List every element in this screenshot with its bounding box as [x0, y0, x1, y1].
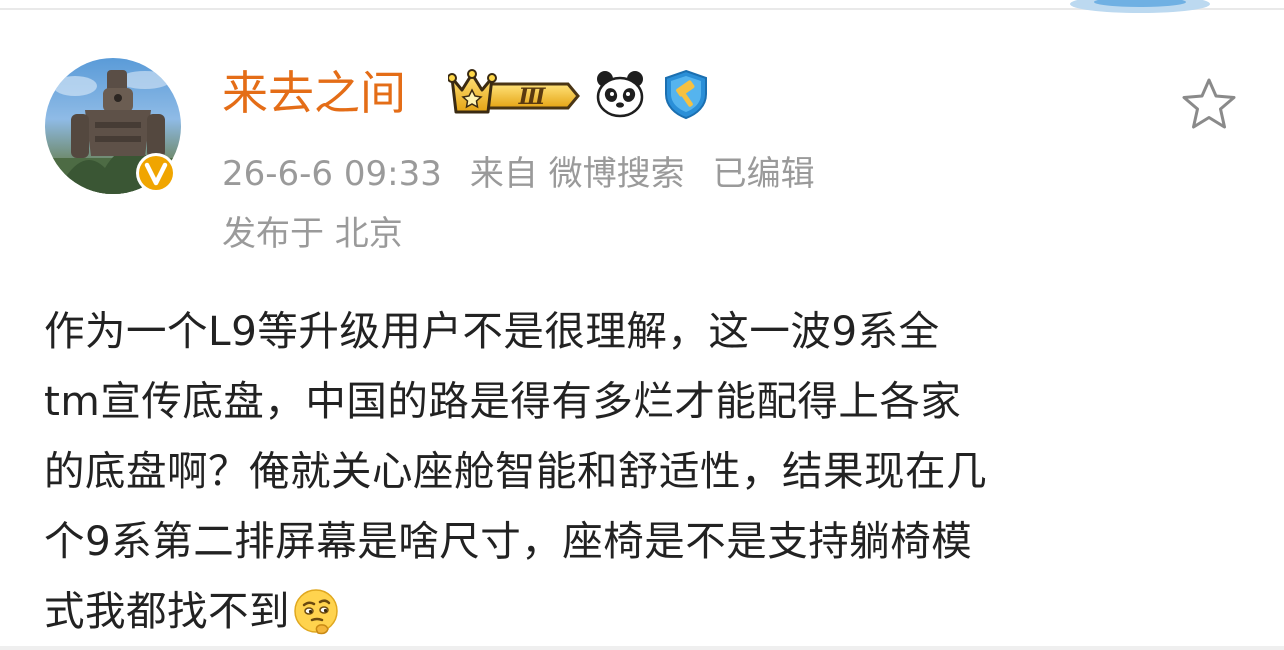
post-body-line: 作为一个L9等升级用户不是很理解，这一波9系全 — [44, 307, 940, 355]
edited-label[interactable]: 已编辑 — [713, 154, 815, 194]
post-meta: 26-6-6 09:33 来自 微博搜索 已编辑 — [222, 146, 843, 202]
bottom-divider — [0, 646, 1284, 650]
top-decoration-icon — [1070, 0, 1210, 13]
post-source[interactable]: 来自 微博搜索 — [470, 154, 685, 194]
badge-row: Ⅲ — [448, 66, 712, 122]
post-body-line: 的底盘啊？俺就关心座舱智能和舒适性，结果现在几 — [44, 447, 987, 495]
username[interactable]: 来去之间 — [222, 62, 406, 124]
post-location: 发布于 北京 — [222, 214, 403, 254]
post-body-line: 式我都找不到 — [44, 587, 290, 635]
level-badge-text: Ⅲ — [518, 84, 547, 110]
post-body: 作为一个L9等升级用户不是很理解，这一波9系全 tm宣传底盘，中国的路是得有多烂… — [44, 296, 1244, 646]
thinking-face-emoji-icon — [294, 589, 338, 635]
post-body-line: 个9系第二排屏幕是啥尺寸，座椅是不是支持躺椅模 — [44, 517, 973, 565]
post-body-last-line: 式我都找不到 — [44, 576, 1244, 646]
favorite-star-icon[interactable] — [1180, 76, 1238, 132]
post-body-line: tm宣传底盘，中国的路是得有多烂才能配得上各家 — [44, 377, 962, 425]
post-timestamp: 26-6-6 09:33 — [222, 154, 442, 194]
hammer-shield-icon[interactable] — [660, 68, 712, 120]
vip-crown-icon[interactable]: Ⅲ — [448, 68, 580, 120]
verified-v-badge-icon — [136, 153, 176, 193]
panda-badge-icon[interactable] — [594, 69, 646, 119]
